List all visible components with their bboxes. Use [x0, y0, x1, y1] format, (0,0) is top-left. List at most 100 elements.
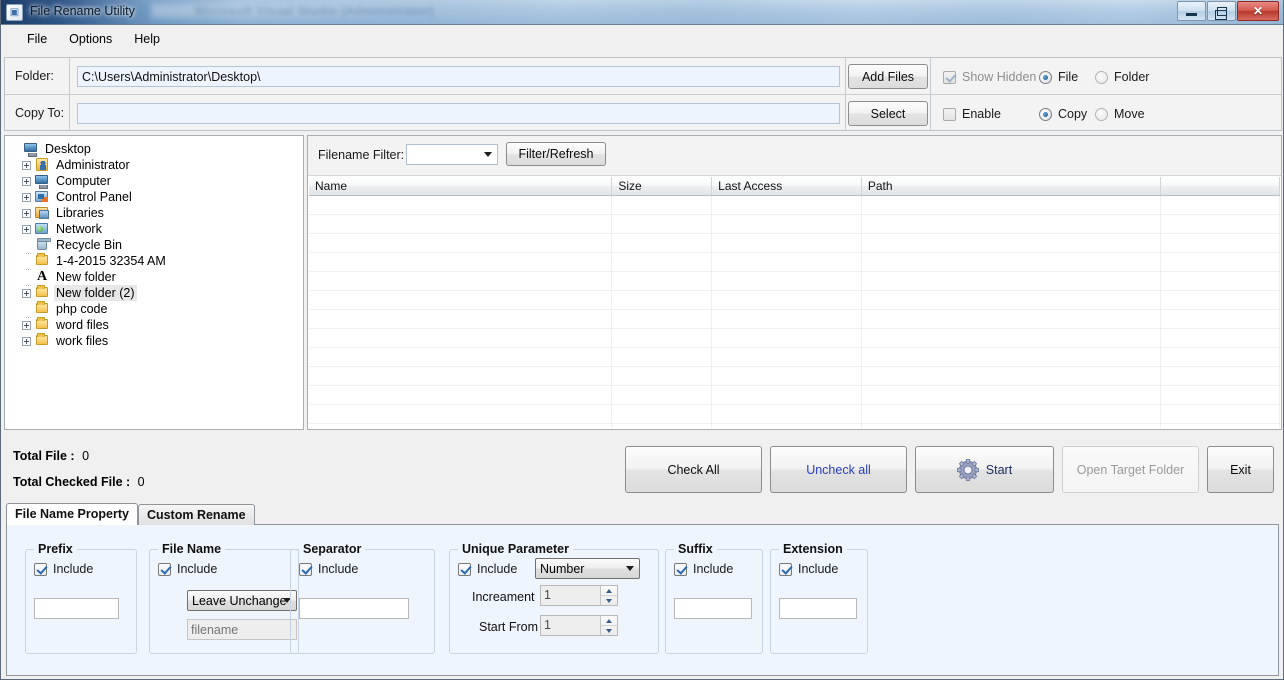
open-target-folder-button[interactable]: Open Target Folder [1062, 446, 1199, 493]
file-name-preview-input[interactable] [187, 619, 297, 640]
expand-plus-icon[interactable] [22, 160, 31, 170]
file-name-include-checkbox[interactable]: Include [158, 562, 217, 576]
start-button[interactable]: Start [915, 446, 1054, 493]
tree-item[interactable]: Network [11, 221, 303, 237]
start-from-up-button[interactable] [601, 616, 617, 626]
file-list-grid[interactable]: Name Size Last Access Path [309, 177, 1280, 428]
tree-item[interactable]: A New folder [11, 269, 303, 286]
increment-stepper[interactable]: 1 [540, 585, 618, 606]
filter-refresh-button[interactable]: Filter/Refresh [506, 142, 606, 166]
tab-custom-rename[interactable]: Custom Rename [137, 504, 255, 525]
file-list-body[interactable] [309, 196, 1280, 428]
tree-item[interactable]: Computer [11, 173, 303, 189]
toolbar-divider-horizontal [5, 94, 1281, 95]
table-row[interactable] [309, 291, 1280, 310]
minimize-button[interactable] [1177, 1, 1206, 21]
radio-folder[interactable]: Folder [1095, 70, 1149, 84]
enable-checkbox[interactable]: Enable [943, 107, 1001, 121]
increment-down-button[interactable] [601, 596, 617, 605]
app-window-icon[interactable]: ▣ [6, 4, 23, 21]
column-header[interactable]: Last Access [712, 177, 862, 195]
start-from-stepper[interactable]: 1 [540, 615, 618, 636]
table-row[interactable] [309, 253, 1280, 272]
table-row[interactable] [309, 348, 1280, 367]
chevron-down-icon[interactable] [480, 146, 496, 163]
expand-plus-icon[interactable] [22, 224, 31, 234]
file-list-header[interactable]: Name Size Last Access Path [309, 177, 1280, 196]
column-header[interactable] [1161, 177, 1280, 195]
radio-move[interactable]: Move [1095, 107, 1145, 121]
menu-item-help[interactable]: Help [123, 29, 171, 49]
table-row[interactable] [309, 234, 1280, 253]
folder-input[interactable] [77, 66, 840, 87]
table-cell [1161, 424, 1280, 428]
expand-plus-icon[interactable] [22, 288, 31, 298]
table-row[interactable] [309, 329, 1280, 348]
extension-include-checkbox[interactable]: Include [779, 562, 838, 576]
add-files-button[interactable]: Add Files [848, 64, 928, 89]
column-header[interactable]: Path [862, 177, 1162, 195]
prefix-include-checkbox[interactable]: Include [34, 562, 93, 576]
expand-plus-icon[interactable] [22, 176, 31, 186]
table-cell [712, 348, 862, 366]
copy-to-label: Copy To: [15, 106, 65, 120]
check-all-button[interactable]: Check All [625, 446, 762, 493]
select-button[interactable]: Select [848, 101, 928, 126]
extension-input[interactable] [779, 598, 857, 619]
tree-item[interactable]: work files [11, 333, 303, 349]
radio-copy[interactable]: Copy [1039, 107, 1087, 121]
prefix-input[interactable] [34, 598, 119, 619]
monitor-icon [23, 142, 39, 157]
tree-item[interactable]: php code [11, 301, 303, 318]
table-row[interactable] [309, 215, 1280, 234]
tree-item[interactable]: Libraries [11, 205, 303, 221]
unique-parameter-include-checkbox[interactable]: Include [458, 562, 517, 576]
copy-to-input[interactable] [77, 103, 840, 124]
folder-icon [34, 317, 50, 332]
table-row[interactable] [309, 367, 1280, 386]
file-name-mode-combo[interactable]: Leave Unchange [187, 590, 297, 611]
close-button[interactable]: ✕ [1237, 1, 1279, 21]
table-row[interactable] [309, 386, 1280, 405]
column-header[interactable]: Size [612, 177, 713, 195]
expand-plus-icon[interactable] [22, 320, 31, 330]
tree-item[interactable]: Desktop [11, 141, 303, 157]
increment-up-button[interactable] [601, 586, 617, 596]
menu-item-options[interactable]: Options [58, 29, 123, 49]
radio-file[interactable]: File [1039, 70, 1078, 84]
chevron-down-icon [606, 598, 612, 603]
filename-filter-combo[interactable] [406, 144, 498, 165]
maximize-button[interactable] [1207, 1, 1236, 21]
table-row[interactable] [309, 405, 1280, 424]
uncheck-all-button[interactable]: Uncheck all [770, 446, 907, 493]
show-hidden-checkbox[interactable]: Show Hidden [943, 70, 1036, 84]
tree-item[interactable]: 1-4-2015 32354 AM [11, 253, 303, 270]
increment-spinner-buttons[interactable] [600, 586, 617, 605]
menu-item-file[interactable]: File [16, 29, 58, 49]
exit-button[interactable]: Exit [1207, 446, 1274, 493]
start-from-spinner-buttons[interactable] [600, 616, 617, 635]
tree-item[interactable]: Recycle Bin [11, 237, 303, 254]
expand-plus-icon[interactable] [22, 208, 31, 218]
separator-input[interactable] [299, 598, 409, 619]
expand-plus-icon[interactable] [22, 192, 31, 202]
table-row[interactable] [309, 196, 1280, 215]
tab-file-name-property[interactable]: File Name Property [6, 503, 138, 525]
column-header[interactable]: Name [309, 177, 613, 195]
folder-tree[interactable]: Desktop Administrator Computer Control Pane… [4, 135, 304, 430]
expand-plus-icon[interactable] [22, 336, 31, 346]
table-row[interactable] [309, 310, 1280, 329]
chevron-down-icon[interactable] [622, 560, 638, 577]
title-bar[interactable]: Microsoft Visual Studio (Administrator) … [1, 0, 1283, 25]
tree-item[interactable]: Administrator [11, 157, 303, 173]
separator-include-checkbox[interactable]: Include [299, 562, 358, 576]
tree-item[interactable]: Control Panel [11, 189, 303, 205]
table-row[interactable] [309, 424, 1280, 428]
suffix-input[interactable] [674, 598, 752, 619]
suffix-include-checkbox[interactable]: Include [674, 562, 733, 576]
tree-item[interactable]: New folder (2) [11, 285, 303, 301]
start-from-down-button[interactable] [601, 626, 617, 635]
tree-item[interactable]: word files [11, 317, 303, 333]
table-row[interactable] [309, 272, 1280, 291]
unique-parameter-type-combo[interactable]: Number [535, 558, 640, 579]
